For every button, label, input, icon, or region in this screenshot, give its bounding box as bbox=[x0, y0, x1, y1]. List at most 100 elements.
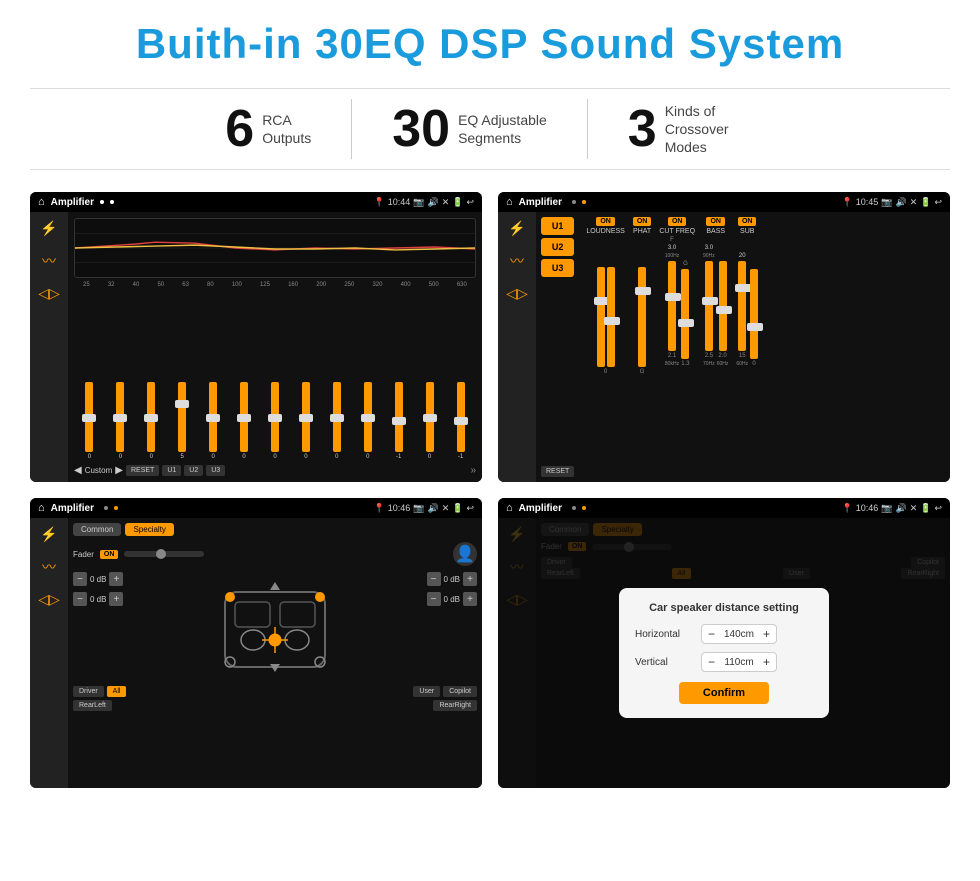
eq-track-11[interactable] bbox=[426, 382, 434, 452]
crossover-sidebar-volume[interactable]: ◁▷ bbox=[506, 285, 528, 302]
eq-u1-btn[interactable]: U1 bbox=[162, 465, 181, 476]
sub-slider-1[interactable] bbox=[738, 261, 746, 351]
sub-thumb-2[interactable] bbox=[747, 323, 763, 331]
spk-all-btn[interactable]: All bbox=[107, 686, 127, 697]
db-plus-br[interactable]: + bbox=[463, 592, 477, 606]
db-minus-bl[interactable]: − bbox=[73, 592, 87, 606]
speaker-back-icon[interactable]: ↩ bbox=[466, 503, 474, 514]
loudness-slider-2[interactable] bbox=[607, 267, 615, 367]
eq-track-12[interactable] bbox=[457, 382, 465, 452]
speaker-home-icon[interactable]: ⌂ bbox=[38, 502, 45, 514]
dialog-horizontal-minus[interactable]: − bbox=[708, 627, 715, 641]
speaker-sidebar-wave[interactable]: 〰 bbox=[42, 557, 56, 577]
sub-slider-2[interactable] bbox=[750, 269, 758, 359]
confirm-button[interactable]: Confirm bbox=[679, 682, 769, 704]
crossover-u2-btn[interactable]: U2 bbox=[541, 238, 574, 256]
eq-thumb-5[interactable] bbox=[237, 414, 251, 422]
eq-thumb-1[interactable] bbox=[113, 414, 127, 422]
cutfreq-thumb-1[interactable] bbox=[665, 293, 681, 301]
dialog-vertical-plus[interactable]: + bbox=[763, 655, 770, 669]
eq-thumb-6[interactable] bbox=[268, 414, 282, 422]
eq-track-0[interactable] bbox=[85, 382, 93, 452]
db-minus-br[interactable]: − bbox=[427, 592, 441, 606]
cutfreq-slider-2[interactable] bbox=[681, 269, 689, 359]
freq-250: 250 bbox=[344, 282, 354, 288]
eq-track-4[interactable] bbox=[209, 382, 217, 452]
fader-track[interactable] bbox=[124, 551, 204, 557]
crossover-u1-btn[interactable]: U1 bbox=[541, 217, 574, 235]
eq-track-6[interactable] bbox=[271, 382, 279, 452]
bass-slider-2[interactable] bbox=[719, 261, 727, 351]
phat-thumb[interactable] bbox=[635, 287, 651, 295]
eq-thumb-12[interactable] bbox=[454, 417, 468, 425]
eq-track-2[interactable] bbox=[147, 382, 155, 452]
eq-prev-arrow[interactable]: ◀ bbox=[74, 465, 82, 476]
cutfreq-thumb-2[interactable] bbox=[678, 319, 694, 327]
eq-more-icon[interactable]: » bbox=[470, 465, 476, 476]
eq-reset-btn[interactable]: RESET bbox=[126, 465, 159, 476]
phat-slider[interactable] bbox=[638, 267, 646, 367]
crossover-home-icon[interactable]: ⌂ bbox=[506, 196, 513, 208]
sub-thumb-1[interactable] bbox=[735, 284, 751, 292]
eq-track-1[interactable] bbox=[116, 382, 124, 452]
distance-home-icon[interactable]: ⌂ bbox=[506, 502, 513, 514]
db-minus-tl[interactable]: − bbox=[73, 572, 87, 586]
eq-track-9[interactable] bbox=[364, 382, 372, 452]
eq-thumb-0[interactable] bbox=[82, 414, 96, 422]
speaker-sidebar-volume[interactable]: ◁▷ bbox=[38, 591, 60, 608]
db-plus-tr[interactable]: + bbox=[463, 572, 477, 586]
eq-sidebar-filter[interactable]: ⚡ bbox=[40, 220, 57, 237]
speaker-camera-icon: 📷 bbox=[413, 503, 424, 514]
speaker-sidebar-filter[interactable]: ⚡ bbox=[40, 526, 57, 543]
distance-screen-panel: ⌂ Amplifier 📍 10:46 📷 🔊 ✕ 🔋 ↩ ⚡ bbox=[498, 498, 950, 788]
page-container: Buith-in 30EQ DSP Sound System 6 RCA Out… bbox=[0, 0, 980, 808]
home-icon[interactable]: ⌂ bbox=[38, 196, 45, 208]
cutfreq-slider-1[interactable] bbox=[668, 261, 676, 351]
bass-slider-1[interactable] bbox=[705, 261, 713, 351]
spk-driver-btn[interactable]: Driver bbox=[73, 686, 104, 697]
spk-rearleft-btn[interactable]: RearLeft bbox=[73, 700, 112, 711]
eq-track-7[interactable] bbox=[302, 382, 310, 452]
eq-u2-btn[interactable]: U2 bbox=[184, 465, 203, 476]
tab-specialty[interactable]: Specialty bbox=[125, 523, 173, 536]
eq-sidebar-volume[interactable]: ◁▷ bbox=[38, 285, 60, 302]
eq-next-arrow[interactable]: ▶ bbox=[115, 465, 123, 476]
db-plus-tl[interactable]: + bbox=[109, 572, 123, 586]
eq-track-3[interactable] bbox=[178, 382, 186, 452]
eq-u3-btn[interactable]: U3 bbox=[206, 465, 225, 476]
dialog-horizontal-plus[interactable]: + bbox=[763, 627, 770, 641]
speaker-dot-fl[interactable] bbox=[225, 592, 235, 602]
distance-back-icon[interactable]: ↩ bbox=[934, 503, 942, 514]
eq-thumb-11[interactable] bbox=[423, 414, 437, 422]
eq-thumb-10[interactable] bbox=[392, 417, 406, 425]
eq-thumb-7[interactable] bbox=[299, 414, 313, 422]
eq-thumb-4[interactable] bbox=[206, 414, 220, 422]
crossover-u3-btn[interactable]: U3 bbox=[541, 259, 574, 277]
spk-user-btn[interactable]: User bbox=[413, 686, 440, 697]
eq-track-5[interactable] bbox=[240, 382, 248, 452]
bass-thumb-1[interactable] bbox=[702, 297, 718, 305]
dialog-vertical-minus[interactable]: − bbox=[708, 655, 715, 669]
eq-thumb-8[interactable] bbox=[330, 414, 344, 422]
crossover-reset-btn[interactable]: RESET bbox=[541, 466, 574, 477]
db-minus-tr[interactable]: − bbox=[427, 572, 441, 586]
eq-thumb-9[interactable] bbox=[361, 414, 375, 422]
spk-copilot-btn[interactable]: Copilot bbox=[443, 686, 477, 697]
eq-track-10[interactable] bbox=[395, 382, 403, 452]
eq-thumb-2[interactable] bbox=[144, 414, 158, 422]
speaker-dot-fr[interactable] bbox=[315, 592, 325, 602]
eq-track-8[interactable] bbox=[333, 382, 341, 452]
crossover-sidebar-wave[interactable]: 〰 bbox=[510, 251, 524, 271]
eq-val-2: 0 bbox=[150, 454, 153, 460]
back-icon[interactable]: ↩ bbox=[466, 197, 474, 208]
db-plus-bl[interactable]: + bbox=[109, 592, 123, 606]
loudness-thumb-2[interactable] bbox=[604, 317, 620, 325]
bass-thumb-2[interactable] bbox=[716, 306, 732, 314]
spk-rearright-btn[interactable]: RearRight bbox=[433, 700, 477, 711]
eq-thumb-3[interactable] bbox=[175, 400, 189, 408]
tab-common[interactable]: Common bbox=[73, 523, 121, 536]
crossover-sidebar-filter[interactable]: ⚡ bbox=[508, 220, 525, 237]
eq-sidebar-wave[interactable]: 〰 bbox=[42, 251, 56, 271]
fader-knob[interactable] bbox=[156, 549, 166, 559]
crossover-back-icon[interactable]: ↩ bbox=[934, 197, 942, 208]
